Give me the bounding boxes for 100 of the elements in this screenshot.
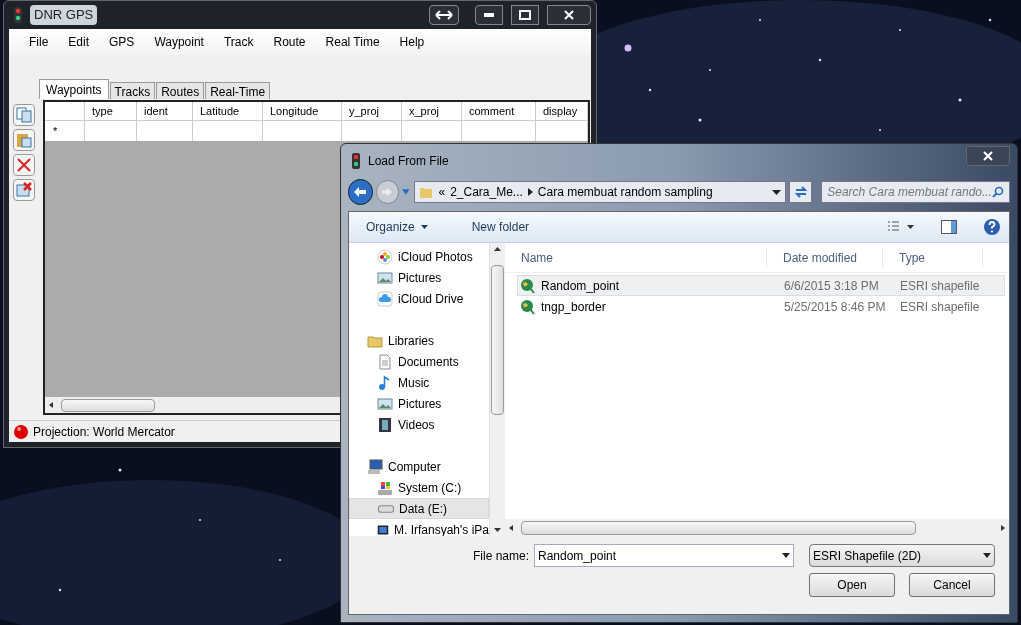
tab[interactable]: Tracks [109,82,156,99]
nav-item[interactable]: Music [349,372,489,393]
close-button[interactable] [966,145,1010,166]
date-cell-text: 5/25/2015 8:46 PM [783,298,887,316]
tab[interactable]: Real-Time [205,82,271,99]
nav-item[interactable]: iCloud Drive [349,288,489,309]
traffic-light-icon [352,152,360,169]
copy-button[interactable] [13,104,35,126]
close-icon [564,10,574,20]
column-header[interactable]: comment [462,102,536,120]
cloud-icon [377,290,393,307]
film-icon [377,416,393,433]
left-arrow-icon [509,524,513,531]
globe-pin-icon [520,277,536,294]
cancel-button[interactable]: Cancel [909,573,995,597]
globe-pin-icon [520,298,536,315]
breadcrumb-overflow[interactable]: « [438,183,446,201]
column-header[interactable]: Type [883,249,983,267]
down-arrow-icon [494,528,501,532]
nav-item[interactable]: iCloud Photos [349,246,489,267]
menu-item[interactable]: Waypoint [148,33,210,51]
column-header[interactable]: x_proj [402,102,462,120]
search-icon [992,186,1004,198]
breadcrumb-item[interactable]: 2_Cara_Me... [450,183,523,201]
status-text: Projection: World Mercator [33,423,175,441]
back-button[interactable] [348,179,373,205]
menu-item[interactable]: Real Time [319,33,386,51]
landscape-icon [377,395,393,412]
column-header[interactable]: y_proj [342,102,402,120]
computer-icon [367,458,383,475]
nav-item[interactable]: Libraries [349,330,489,351]
windows-drive-icon [377,479,393,496]
menu-item[interactable]: GPS [103,33,141,51]
toolbar-button[interactable]: New folder [462,215,539,239]
tab[interactable]: Waypoints [39,79,109,99]
menu-item[interactable]: Edit [62,33,96,51]
help-icon[interactable] [983,218,1001,236]
menu-item[interactable]: Track [217,33,260,51]
menu-item[interactable]: File [23,33,55,51]
copy-icon [16,107,32,123]
dialog-title: Load From File [368,152,449,170]
file-row[interactable]: Random_point 6/6/2015 3:18 PM ESRI shapefile [517,275,1005,296]
delete-all-button[interactable] [13,179,35,201]
preview-pane-icon[interactable] [941,220,957,234]
nav-item[interactable]: Computer [349,456,489,477]
horizontal-scrollbar[interactable] [505,519,1009,536]
chevron-right-icon [527,188,533,196]
column-header[interactable]: Longitude [263,102,342,120]
nav-item[interactable]: System (C:) [349,477,489,498]
view-list-icon[interactable] [887,220,915,234]
column-header[interactable]: type [85,102,137,120]
nav-item[interactable]: M. Irfansyah's iPa [349,519,489,536]
column-header[interactable]: display [536,102,588,120]
traffic-light-icon [14,7,22,23]
scroll-thumb[interactable] [521,520,916,535]
column-header[interactable]: Name [505,249,767,267]
minimize-icon [484,13,494,17]
nav-item[interactable]: Documents [349,351,489,372]
tab[interactable]: Routes [156,82,205,99]
nav-item[interactable]: Videos [349,414,489,435]
close-button[interactable] [547,5,591,25]
resize-button[interactable] [429,5,459,25]
up-arrow-icon [494,247,501,251]
vertical-scrollbar[interactable] [489,243,505,536]
file-row[interactable]: tngp_border 5/25/2015 8:46 PM ESRI shapefile [517,296,1005,317]
refresh-button[interactable] [789,181,813,203]
clipboard-icon [16,132,32,148]
paste-button[interactable] [13,129,35,151]
organize-button[interactable]: Organize [357,215,437,239]
dropdown-arrow-icon[interactable] [772,189,782,195]
column-header[interactable]: Latitude [193,102,263,120]
scroll-thumb[interactable] [491,264,504,415]
menu-item[interactable]: Help [393,33,431,51]
nav-item[interactable]: Data (E:) [349,498,489,519]
file-name-field[interactable]: Random_point [534,544,794,567]
menu-item[interactable]: Route [267,33,312,51]
left-arrow-icon [49,402,53,408]
scroll-thumb[interactable] [61,398,155,412]
breadcrumb-item[interactable]: Cara membuat random sampling [537,183,713,201]
column-header[interactable]: Date modified [767,249,883,267]
nav-item[interactable]: Pictures [349,267,489,288]
forward-arrow-icon [381,187,394,197]
back-arrow-icon [353,186,368,198]
nav-item[interactable]: Pictures [349,393,489,414]
dropdown-arrow-icon [983,553,991,558]
column-header[interactable]: ident [137,102,193,120]
search-field[interactable]: Search Cara membuat rando... [821,181,1010,203]
close-icon [983,150,993,161]
minimize-button[interactable] [475,5,503,25]
flower-icon [377,248,393,265]
double-arrow-icon [435,10,453,20]
folder-icon [419,185,434,199]
window-x-icon [16,182,32,198]
open-button[interactable]: Open [809,573,895,597]
address-bar[interactable]: « 2_Cara_Me... Cara membuat random sampling [414,181,787,203]
maximize-button[interactable] [511,5,539,25]
file-type-dropdown[interactable]: ESRI Shapefile (2D) [809,544,995,567]
refresh-arrows-icon [793,185,808,199]
delete-button[interactable] [13,154,35,176]
field-label: File name: [472,547,529,565]
